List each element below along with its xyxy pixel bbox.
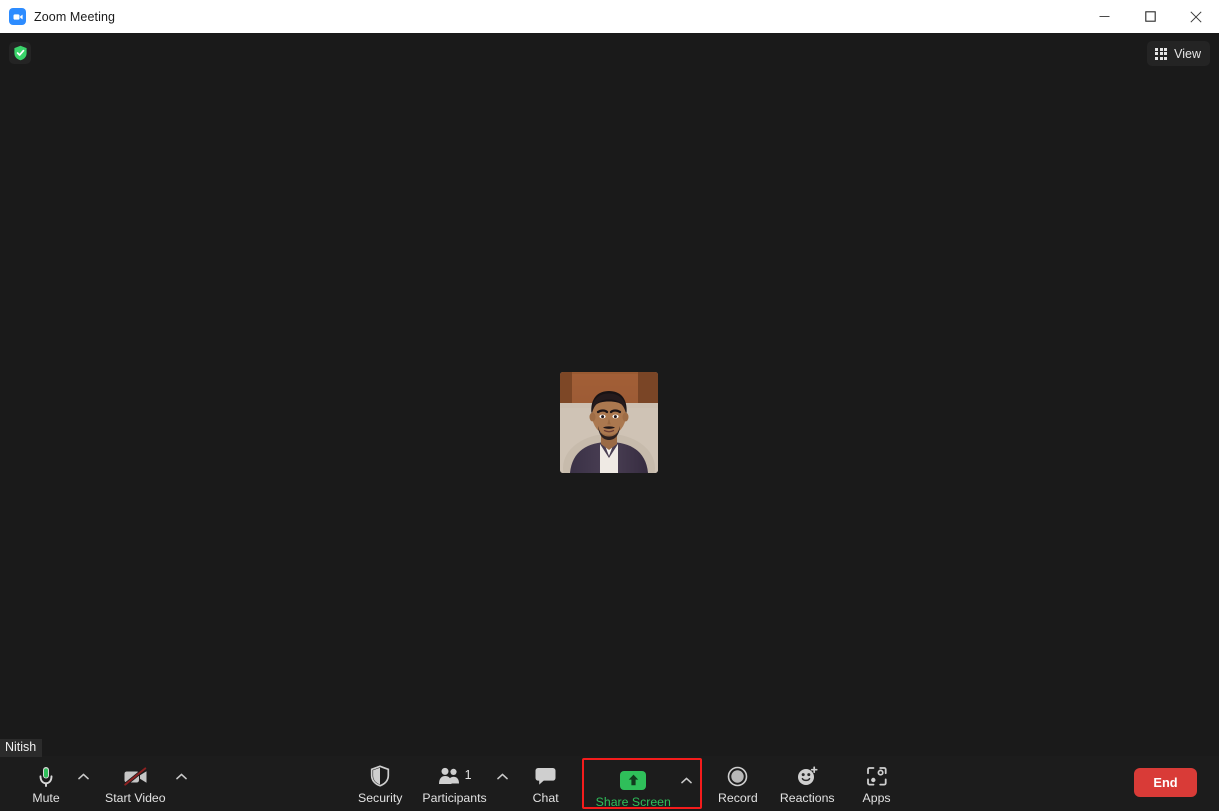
participants-button[interactable]: 1 Participants	[412, 756, 496, 805]
mute-button-label: Mute	[32, 791, 60, 805]
participant-video-image	[560, 372, 658, 473]
apps-button[interactable]: Apps	[845, 756, 909, 805]
toolbar-center-group: Security 1 Participants Chat Share Scree…	[348, 756, 909, 811]
share-screen-icon	[620, 768, 647, 792]
participants-icon	[438, 766, 462, 786]
meeting-toolbar: Nitish Mute Start Video Security 1 Parti…	[0, 739, 1219, 811]
minimize-icon[interactable]	[1081, 0, 1127, 33]
participants-button-label: Participants	[422, 791, 487, 805]
mute-button[interactable]: Mute	[14, 756, 78, 805]
close-icon[interactable]	[1173, 0, 1219, 33]
share-screen-button[interactable]: Share Screen	[586, 760, 681, 809]
chat-bubble-icon	[534, 764, 557, 788]
zoom-video-icon	[9, 8, 26, 25]
security-button-label: Security	[358, 791, 403, 805]
view-button[interactable]: View	[1147, 41, 1210, 66]
chat-button[interactable]: Chat	[514, 756, 578, 805]
encryption-shield-check-icon[interactable]	[9, 42, 31, 64]
zoom-meeting-window: Zoom Meeting View Nitish Mute Start Vide…	[0, 0, 1219, 811]
record-button-label: Record	[718, 791, 758, 805]
participant-video-tile[interactable]	[560, 372, 658, 473]
meeting-stage: View	[0, 33, 1219, 756]
title-bar-left: Zoom Meeting	[0, 8, 115, 25]
record-button[interactable]: Record	[706, 756, 770, 805]
view-button-label: View	[1174, 46, 1201, 61]
self-name-label: Nitish	[0, 739, 43, 757]
video-off-icon	[122, 764, 149, 788]
start-video-button[interactable]: Start Video	[95, 756, 176, 805]
security-button[interactable]: Security	[348, 756, 412, 805]
share-screen-highlight: Share Screen	[581, 758, 702, 809]
start-video-button-label: Start Video	[105, 791, 166, 805]
reactions-button-label: Reactions	[779, 791, 835, 805]
participants-count: 1	[464, 768, 472, 782]
chat-button-label: Chat	[532, 791, 559, 805]
title-bar: Zoom Meeting	[0, 0, 1219, 34]
end-meeting-label: End	[1153, 775, 1178, 790]
window-controls	[1081, 0, 1219, 33]
grid-icon	[1155, 47, 1168, 60]
record-icon	[727, 764, 748, 788]
window-title: Zoom Meeting	[34, 9, 116, 24]
reactions-button[interactable]: Reactions	[770, 756, 845, 805]
apps-button-label: Apps	[862, 791, 891, 805]
maximize-icon[interactable]	[1127, 0, 1173, 33]
apps-icon	[866, 764, 888, 788]
reactions-icon	[796, 764, 819, 788]
microphone-icon	[35, 764, 57, 788]
toolbar-left-group: Mute Start Video	[14, 756, 193, 811]
shield-icon	[370, 764, 390, 788]
participants-icon-group: 1	[438, 764, 472, 788]
end-meeting-button[interactable]: End	[1134, 768, 1197, 797]
share-screen-button-label: Share Screen	[595, 795, 671, 809]
